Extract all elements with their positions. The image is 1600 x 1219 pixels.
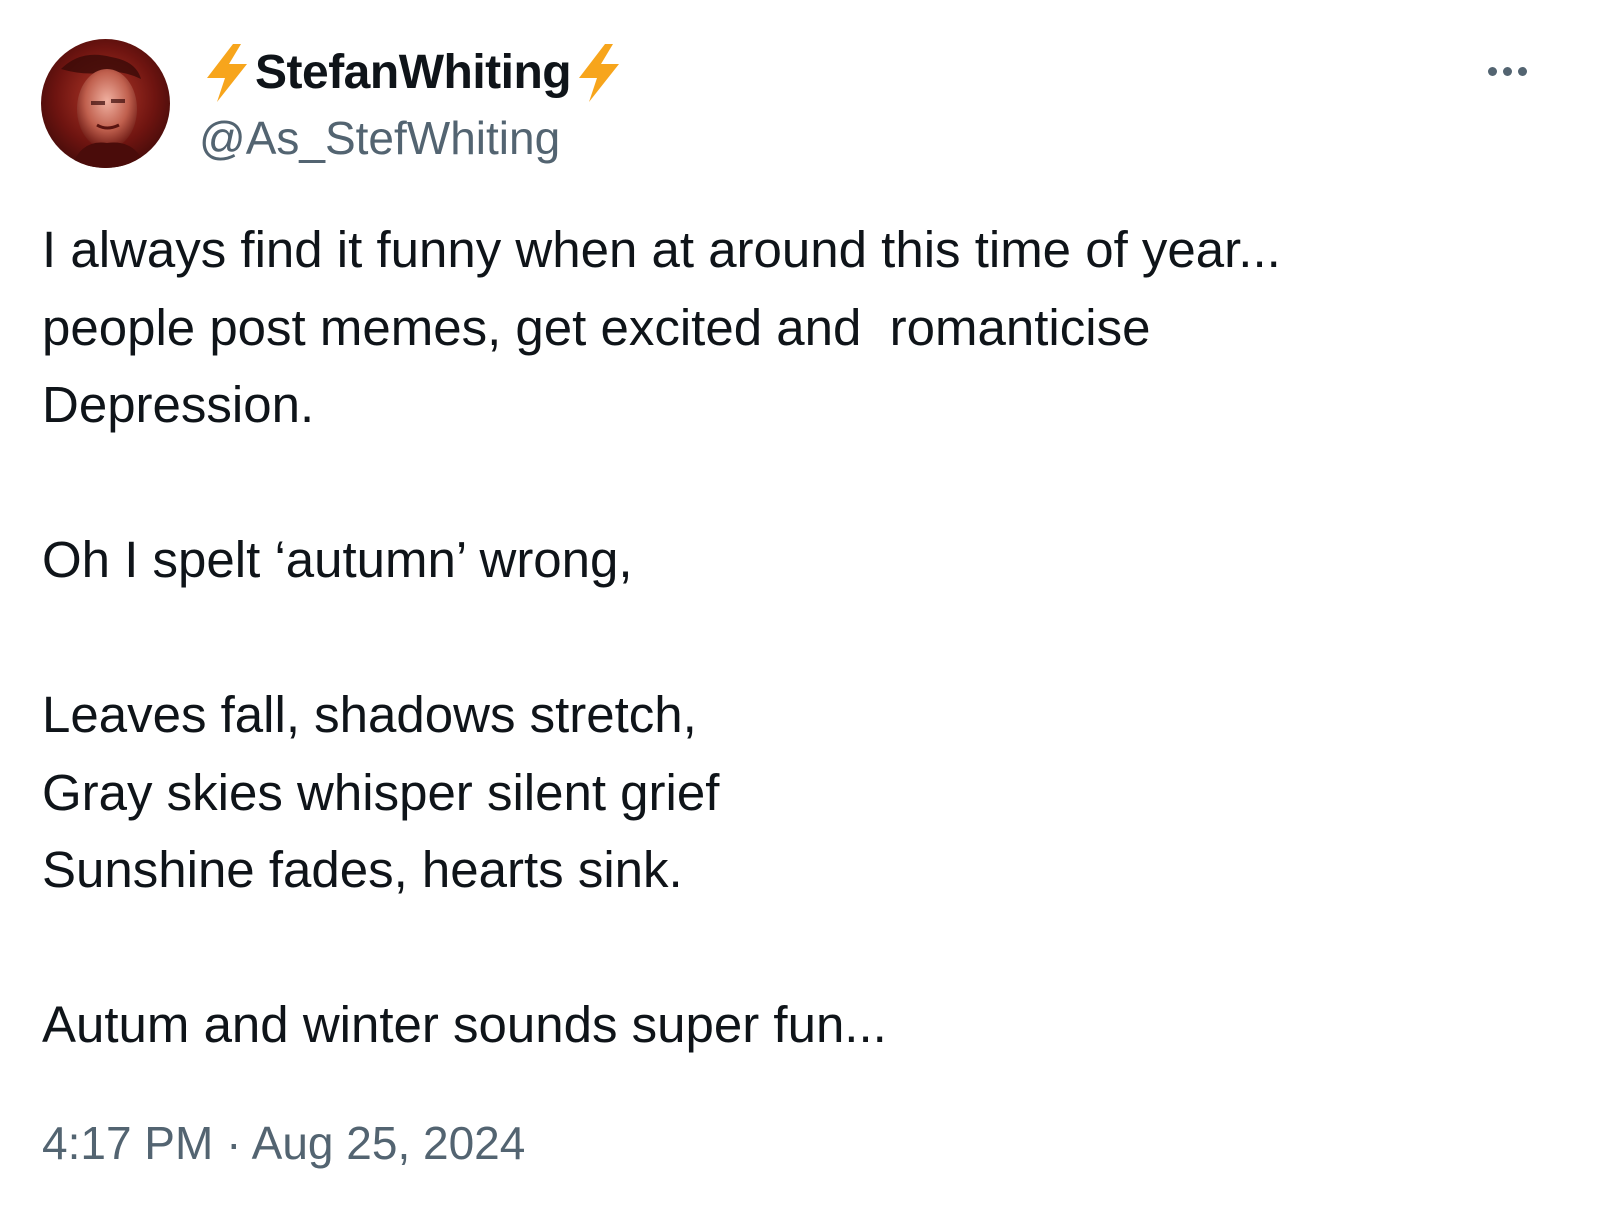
more-options-button[interactable] — [1478, 52, 1536, 90]
tweet-line: Gray skies whisper silent grief — [42, 763, 720, 821]
display-name: StefanWhiting — [255, 46, 572, 99]
avatar[interactable] — [41, 39, 170, 168]
tweet-line — [42, 909, 1542, 987]
avatar-image — [41, 39, 170, 168]
tweet-line: Oh I spelt ‘autumn’ wrong, — [42, 531, 633, 588]
more-horizontal-icon — [1502, 66, 1512, 76]
tweet-line: Autum and winter sounds super fun... — [42, 996, 887, 1053]
tweet-line: people post memes, get excited and roman… — [42, 298, 1151, 356]
tweet-line: Sunshine fades, hearts sink. — [42, 841, 683, 898]
tweet-line — [42, 599, 1542, 677]
high-voltage-icon — [199, 42, 255, 104]
tweet-text: I always find it funny when at around th… — [42, 211, 1542, 1064]
tweet-line: I always find it funny when at around th… — [42, 221, 1281, 278]
high-voltage-icon — [571, 42, 627, 104]
tweet-line: Depression. — [42, 376, 315, 433]
more-horizontal-icon — [1517, 66, 1527, 76]
tweet-timestamp[interactable]: 4:17 PM · Aug 25, 2024 — [42, 1110, 525, 1176]
more-horizontal-icon — [1487, 66, 1497, 76]
tweet-line — [42, 444, 1542, 522]
user-handle[interactable]: @As_StefWhiting — [199, 108, 627, 168]
author-names: StefanWhiting @As_StefWhiting — [199, 40, 627, 168]
display-name-link[interactable]: StefanWhiting — [199, 40, 627, 106]
tweet-card: StefanWhiting @As_StefWhiting I always f… — [0, 0, 1600, 1219]
tweet-line: Leaves fall, shadows stretch, — [42, 686, 697, 743]
